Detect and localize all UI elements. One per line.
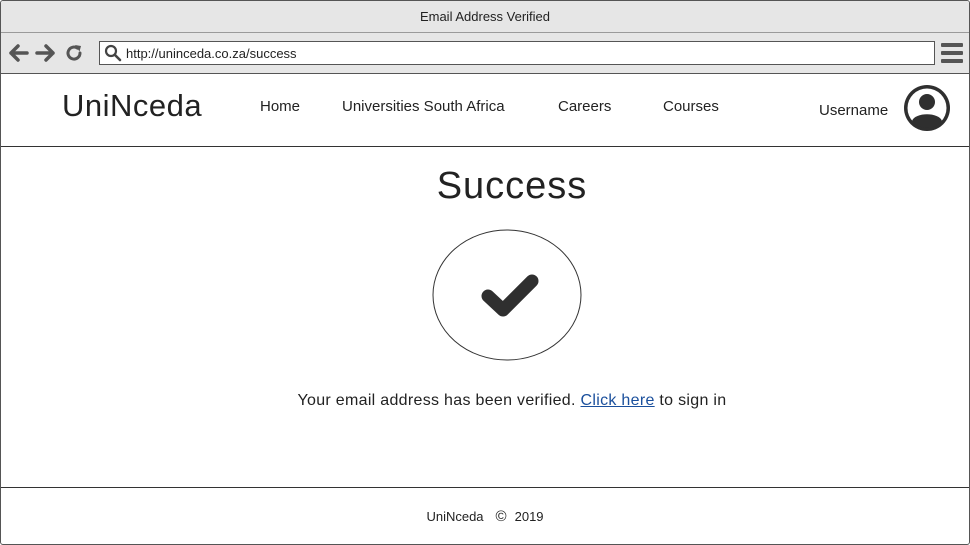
site-logo[interactable]: UniNceda <box>62 88 202 124</box>
address-bar[interactable]: http://uninceda.co.za/success <box>99 41 935 65</box>
arrow-right-icon <box>35 44 55 62</box>
nav-universities-south-africa[interactable]: Universities South Africa <box>342 98 505 115</box>
arrow-left-icon <box>9 44 29 62</box>
copyright-icon: © <box>495 507 507 525</box>
sign-in-link[interactable]: Click here <box>581 392 655 409</box>
nav-courses[interactable]: Courses <box>663 98 719 115</box>
forward-button[interactable] <box>34 42 56 64</box>
browser-toolbar: http://uninceda.co.za/success <box>1 33 969 74</box>
browser-window: Email Address Verified http://uninceda.c… <box>0 0 970 545</box>
success-badge <box>432 229 582 361</box>
main-content: Success Your email address has been veri… <box>1 147 969 488</box>
message-suffix: to sign in <box>659 392 727 409</box>
hamburger-menu-icon[interactable] <box>941 43 963 63</box>
user-avatar-icon[interactable] <box>903 84 951 132</box>
window-title: Email Address Verified <box>1 1 969 33</box>
site-footer: UniNceda © 2019 <box>1 488 969 544</box>
site-header: UniNceda Home Universities South Africa … <box>1 74 969 147</box>
back-button[interactable] <box>8 42 30 64</box>
nav-home[interactable]: Home <box>260 98 300 115</box>
page-title: Success <box>436 165 588 207</box>
footer-year: 2019 <box>514 508 544 524</box>
url-text[interactable]: http://uninceda.co.za/success <box>126 46 906 61</box>
footer-brand: UniNceda <box>426 508 484 524</box>
verification-message: Your email address has been verified. Cl… <box>1 392 969 410</box>
username-label[interactable]: Username <box>819 102 888 119</box>
search-icon <box>102 42 124 64</box>
nav-careers[interactable]: Careers <box>558 98 611 115</box>
refresh-button[interactable] <box>63 42 85 64</box>
message-text: Your email address has been verified. <box>297 392 576 409</box>
refresh-icon <box>66 45 82 61</box>
